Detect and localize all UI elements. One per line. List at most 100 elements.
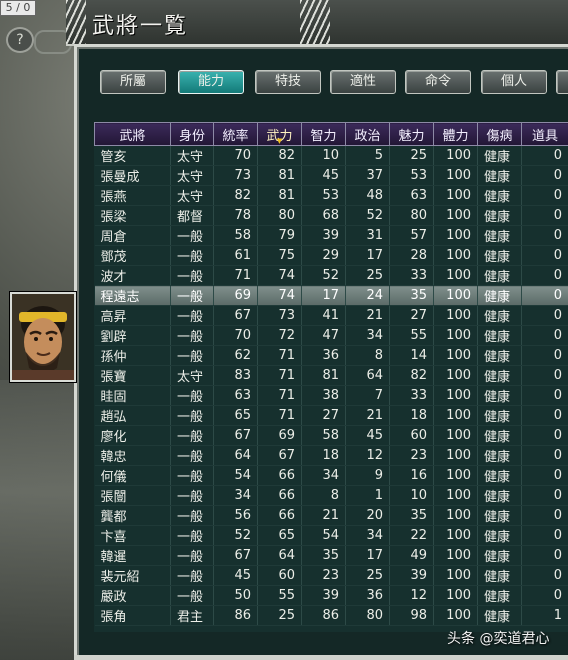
officer-table: 武將身份統率武力智力政治魅力體力傷病道具 管亥太守708210525100健康0… — [94, 122, 568, 632]
cell-war: 71 — [257, 405, 302, 426]
column-header-health[interactable]: 傷病 — [477, 122, 522, 146]
column-header-politics[interactable]: 政治 — [345, 122, 390, 146]
cell-charm: 23 — [389, 445, 434, 466]
table-row[interactable]: 張闓 一般 34 66 8 1 10 100 健康 0 — [94, 485, 568, 506]
cell-war: 66 — [257, 505, 302, 526]
cell-officer: 周倉 — [94, 225, 171, 246]
tab-orders[interactable]: 命令 — [405, 70, 471, 94]
cell-officer: 眭固 — [94, 385, 171, 406]
cell-items: 0 — [521, 205, 568, 226]
cell-intelligence: 39 — [301, 225, 346, 246]
cell-war: 81 — [257, 185, 302, 206]
column-header-leadership[interactable]: 統率 — [213, 122, 258, 146]
tab-aptitude[interactable]: 適性 — [330, 70, 396, 94]
cell-war: 64 — [257, 545, 302, 566]
cell-war: 81 — [257, 165, 302, 186]
cell-war: 72 — [257, 325, 302, 346]
cell-health: 健康 — [477, 505, 522, 526]
column-header-intelligence[interactable]: 智力 — [301, 122, 346, 146]
cell-war: 69 — [257, 425, 302, 446]
cell-status: 太守 — [170, 145, 214, 166]
column-header-charm[interactable]: 魅力 — [389, 122, 434, 146]
cell-politics: 36 — [345, 585, 390, 606]
table-row[interactable]: 裴元紹 一般 45 60 23 25 39 100 健康 0 — [94, 565, 568, 586]
table-row[interactable]: 管亥 太守 70 82 10 5 25 100 健康 0 — [94, 145, 568, 166]
cell-leadership: 67 — [213, 425, 258, 446]
column-header-war[interactable]: 武力 — [257, 122, 302, 146]
cell-intelligence: 27 — [301, 405, 346, 426]
table-row[interactable]: 嚴政 一般 50 55 39 36 12 100 健康 0 — [94, 585, 568, 606]
cell-officer: 裴元紹 — [94, 565, 171, 586]
cell-officer: 何儀 — [94, 465, 171, 486]
tab-personal[interactable]: 個人 — [481, 70, 547, 94]
cell-health: 健康 — [477, 405, 522, 426]
table-row[interactable]: 劉辟 一般 70 72 47 34 55 100 健康 0 — [94, 325, 568, 346]
table-row[interactable]: 鄧茂 一般 61 75 29 17 28 100 健康 0 — [94, 245, 568, 266]
cell-officer: 程遠志 — [94, 285, 171, 306]
table-row[interactable]: 何儀 一般 54 66 34 9 16 100 健康 0 — [94, 465, 568, 486]
column-header-status[interactable]: 身份 — [170, 122, 214, 146]
cell-leadership: 63 — [213, 385, 258, 406]
help-button[interactable]: ? — [6, 27, 34, 53]
cell-politics: 52 — [345, 205, 390, 226]
cell-officer: 張曼成 — [94, 165, 171, 186]
column-header-officer[interactable]: 武將 — [94, 122, 171, 146]
table-row[interactable]: 趙弘 一般 65 71 27 21 18 100 健康 0 — [94, 405, 568, 426]
cell-items: 0 — [521, 405, 568, 426]
column-header-items[interactable]: 道具 — [521, 122, 568, 146]
cell-intelligence: 52 — [301, 265, 346, 286]
cell-intelligence: 86 — [301, 605, 346, 626]
table-row[interactable]: 張寶 太守 83 71 81 64 82 100 健康 0 — [94, 365, 568, 386]
cell-stamina: 100 — [433, 225, 478, 246]
cell-leadership: 78 — [213, 205, 258, 226]
column-header-stamina[interactable]: 體力 — [433, 122, 478, 146]
table-row[interactable]: 韓忠 一般 64 67 18 12 23 100 健康 0 — [94, 445, 568, 466]
cell-leadership: 54 — [213, 465, 258, 486]
cell-health: 健康 — [477, 185, 522, 206]
cell-status: 一般 — [170, 505, 214, 526]
cell-leadership: 64 — [213, 445, 258, 466]
table-row[interactable]: 張角 君主 86 25 86 80 98 100 健康 1 — [94, 605, 568, 626]
cell-intelligence: 58 — [301, 425, 346, 446]
table-row[interactable]: 卞喜 一般 52 65 54 34 22 100 健康 0 — [94, 525, 568, 546]
table-row[interactable]: 周倉 一般 58 79 39 31 57 100 健康 0 — [94, 225, 568, 246]
cell-status: 一般 — [170, 545, 214, 566]
cell-status: 一般 — [170, 585, 214, 606]
tab-skills[interactable]: 特技 — [255, 70, 321, 94]
table-row[interactable]: 張燕 太守 82 81 53 48 63 100 健康 0 — [94, 185, 568, 206]
cell-officer: 管亥 — [94, 145, 171, 166]
tab-affiliation[interactable]: 所屬 — [100, 70, 166, 94]
cell-stamina: 100 — [433, 465, 478, 486]
cell-stamina: 100 — [433, 305, 478, 326]
cell-status: 太守 — [170, 185, 214, 206]
table-row[interactable]: 眭固 一般 63 71 38 7 33 100 健康 0 — [94, 385, 568, 406]
table-row[interactable]: 孫仲 一般 62 71 36 8 14 100 健康 0 — [94, 345, 568, 366]
cell-items: 0 — [521, 505, 568, 526]
table-row[interactable]: 張曼成 太守 73 81 45 37 53 100 健康 0 — [94, 165, 568, 186]
cell-charm: 57 — [389, 225, 434, 246]
cell-charm: 16 — [389, 465, 434, 486]
watermark: 头条 @奕道君心 — [447, 631, 550, 647]
table-header-row: 武將身份統率武力智力政治魅力體力傷病道具 — [94, 122, 568, 146]
table-row[interactable]: 張梁 都督 78 80 68 52 80 100 健康 0 — [94, 205, 568, 226]
cell-officer: 劉辟 — [94, 325, 171, 346]
cell-leadership: 69 — [213, 285, 258, 306]
tab-next[interactable] — [556, 70, 568, 94]
cell-health: 健康 — [477, 145, 522, 166]
cell-leadership: 56 — [213, 505, 258, 526]
tab-ability[interactable]: 能力 — [178, 70, 244, 94]
cell-politics: 34 — [345, 525, 390, 546]
cell-status: 一般 — [170, 285, 214, 306]
cell-officer: 張闓 — [94, 485, 171, 506]
table-row[interactable]: 程遠志 一般 69 74 17 24 35 100 健康 0 — [94, 285, 568, 306]
table-row[interactable]: 高昇 一般 67 73 41 21 27 100 健康 0 — [94, 305, 568, 326]
cell-items: 0 — [521, 165, 568, 186]
cell-stamina: 100 — [433, 565, 478, 586]
table-row[interactable]: 龔都 一般 56 66 21 20 35 100 健康 0 — [94, 505, 568, 526]
cell-intelligence: 45 — [301, 165, 346, 186]
table-row[interactable]: 廖化 一般 67 69 58 45 60 100 健康 0 — [94, 425, 568, 446]
table-row[interactable]: 韓暹 一般 67 64 35 17 49 100 健康 0 — [94, 545, 568, 566]
table-row[interactable]: 波才 一般 71 74 52 25 33 100 健康 0 — [94, 265, 568, 286]
officer-portrait — [10, 292, 76, 382]
cell-politics: 48 — [345, 185, 390, 206]
